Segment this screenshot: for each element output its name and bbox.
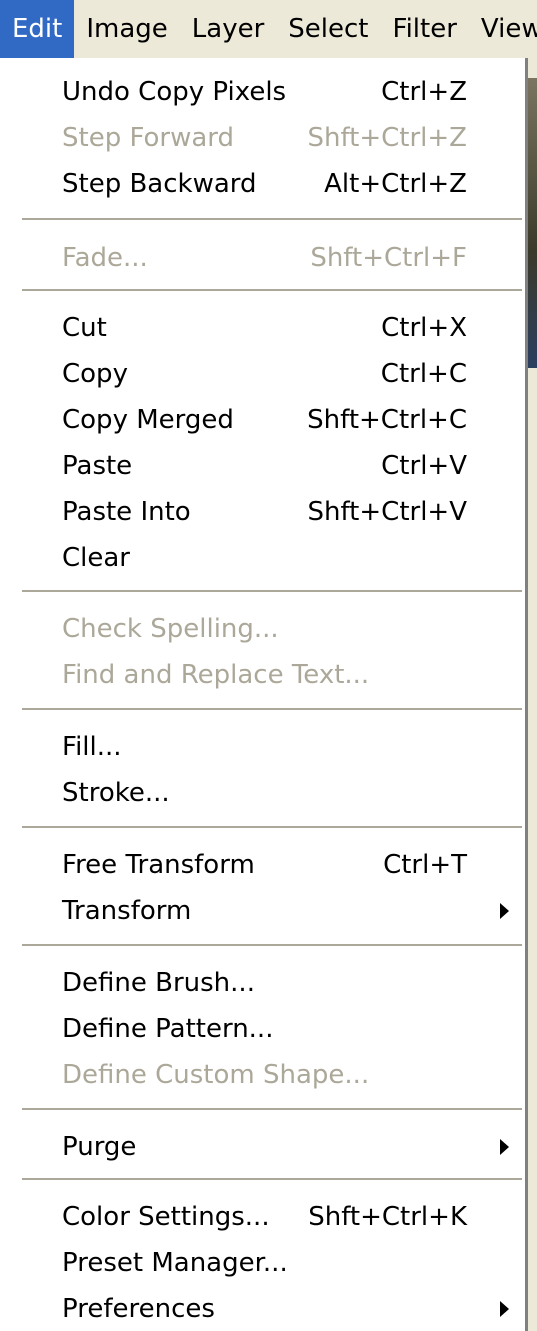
menu-item-label: Cut bbox=[62, 313, 107, 343]
menu-item-label: Step Forward bbox=[62, 123, 235, 153]
menu-item-color-settings[interactable]: Color Settings... Shft+Ctrl+K bbox=[0, 1191, 525, 1243]
menu-view-label: View bbox=[480, 14, 537, 44]
menu-item-cut[interactable]: Cut Ctrl+X bbox=[0, 302, 525, 354]
background-canvas-edge bbox=[528, 78, 537, 368]
menu-item-label: Preset Manager... bbox=[62, 1248, 288, 1278]
menu-filter[interactable]: Filter bbox=[381, 0, 469, 58]
menu-select-label: Select bbox=[288, 14, 369, 44]
menu-item-label: Fade... bbox=[62, 243, 148, 273]
menu-separator bbox=[22, 708, 522, 712]
menu-image[interactable]: Image bbox=[74, 0, 179, 58]
menu-select[interactable]: Select bbox=[276, 0, 380, 58]
submenu-arrow-icon bbox=[500, 903, 509, 919]
background-window-edge bbox=[528, 58, 537, 1331]
edit-dropdown-menu: Undo Copy Pixels Ctrl+Z Step Forward Shf… bbox=[0, 58, 528, 1331]
menu-item-find-replace-text[interactable]: Find and Replace Text... bbox=[0, 649, 525, 701]
menu-separator bbox=[22, 1178, 522, 1182]
menu-item-preset-manager[interactable]: Preset Manager... bbox=[0, 1237, 525, 1289]
menu-item-shortcut: Ctrl+Z bbox=[381, 77, 467, 107]
menu-separator bbox=[22, 1108, 522, 1112]
menu-item-copy[interactable]: Copy Ctrl+C bbox=[0, 348, 525, 400]
menu-item-shortcut: Shft+Ctrl+Z bbox=[307, 123, 467, 153]
menu-item-check-spelling[interactable]: Check Spelling... bbox=[0, 603, 525, 655]
submenu-arrow-icon bbox=[500, 1301, 509, 1317]
menu-item-undo[interactable]: Undo Copy Pixels Ctrl+Z bbox=[0, 66, 525, 118]
menu-layer[interactable]: Layer bbox=[180, 0, 277, 58]
menu-item-shortcut: Shft+Ctrl+C bbox=[307, 405, 467, 435]
menu-item-label: Transform bbox=[62, 896, 192, 926]
menu-item-define-brush[interactable]: Define Brush... bbox=[0, 957, 525, 1009]
menu-item-define-custom-shape[interactable]: Define Custom Shape... bbox=[0, 1049, 525, 1101]
menu-item-step-backward[interactable]: Step Backward Alt+Ctrl+Z bbox=[0, 158, 525, 210]
menu-item-label: Fill... bbox=[62, 732, 122, 762]
menu-item-label: Clear bbox=[62, 543, 130, 573]
menu-filter-label: Filter bbox=[392, 14, 457, 44]
menu-item-label: Define Brush... bbox=[62, 968, 255, 998]
menu-item-fill[interactable]: Fill... bbox=[0, 721, 525, 773]
menu-item-shortcut: Shft+Ctrl+K bbox=[308, 1202, 467, 1232]
menu-item-shortcut: Shft+Ctrl+V bbox=[307, 497, 468, 527]
menu-item-shortcut: Ctrl+X bbox=[381, 313, 467, 343]
menu-item-label: Purge bbox=[62, 1132, 137, 1162]
menu-item-clear[interactable]: Clear bbox=[0, 532, 525, 584]
menu-item-purge[interactable]: Purge bbox=[0, 1121, 525, 1173]
menu-item-label: Preferences bbox=[62, 1294, 215, 1324]
menu-separator bbox=[22, 826, 522, 830]
menu-item-label: Copy bbox=[62, 359, 128, 389]
menu-item-copy-merged[interactable]: Copy Merged Shft+Ctrl+C bbox=[0, 394, 525, 446]
menu-item-fade[interactable]: Fade... Shft+Ctrl+F bbox=[0, 232, 525, 284]
menu-item-shortcut: Ctrl+C bbox=[380, 359, 467, 389]
menu-item-label: Step Backward bbox=[62, 169, 257, 199]
menu-item-shortcut: Shft+Ctrl+F bbox=[310, 243, 467, 273]
menu-edit[interactable]: Edit bbox=[0, 0, 75, 58]
menu-image-label: Image bbox=[86, 14, 168, 44]
menu-item-paste-into[interactable]: Paste Into Shft+Ctrl+V bbox=[0, 486, 525, 538]
menu-item-shortcut: Ctrl+T bbox=[383, 850, 467, 880]
menu-item-shortcut: Alt+Ctrl+Z bbox=[324, 169, 467, 199]
menu-item-free-transform[interactable]: Free Transform Ctrl+T bbox=[0, 839, 525, 891]
menu-item-label: Check Spelling... bbox=[62, 614, 279, 644]
menubar: Edit Image Layer Select Filter View bbox=[0, 0, 537, 58]
menu-item-label: Paste Into bbox=[62, 497, 191, 527]
menu-item-transform[interactable]: Transform bbox=[0, 885, 525, 937]
menu-item-define-pattern[interactable]: Define Pattern... bbox=[0, 1003, 525, 1055]
menu-item-stroke[interactable]: Stroke... bbox=[0, 767, 525, 819]
menu-item-shortcut: Ctrl+V bbox=[381, 451, 467, 481]
menu-view[interactable]: View bbox=[469, 0, 537, 58]
menu-item-label: Paste bbox=[62, 451, 133, 481]
menu-item-label: Free Transform bbox=[62, 850, 255, 880]
menu-item-label: Stroke... bbox=[62, 778, 170, 808]
menu-item-label: Define Custom Shape... bbox=[62, 1060, 370, 1090]
menu-separator bbox=[22, 944, 522, 948]
menu-item-label: Color Settings... bbox=[62, 1202, 270, 1232]
menu-separator bbox=[22, 218, 522, 222]
menu-item-label: Copy Merged bbox=[62, 405, 234, 435]
menu-edit-label: Edit bbox=[12, 14, 63, 44]
menu-item-preferences[interactable]: Preferences bbox=[0, 1283, 525, 1331]
menu-item-step-forward[interactable]: Step Forward Shft+Ctrl+Z bbox=[0, 112, 525, 164]
menu-item-paste[interactable]: Paste Ctrl+V bbox=[0, 440, 525, 492]
menu-item-label: Define Pattern... bbox=[62, 1014, 274, 1044]
menu-separator bbox=[22, 289, 522, 293]
menu-separator bbox=[22, 590, 522, 594]
menu-layer-label: Layer bbox=[191, 14, 265, 44]
menu-item-label: Find and Replace Text... bbox=[62, 660, 370, 690]
menu-item-label: Undo Copy Pixels bbox=[62, 77, 287, 107]
submenu-arrow-icon bbox=[500, 1139, 509, 1155]
